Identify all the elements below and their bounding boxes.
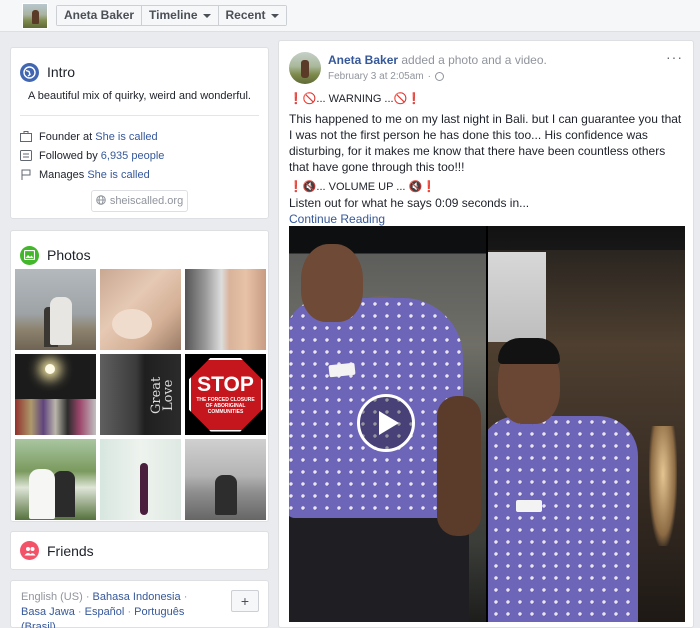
language-list: English (US) · Bahasa Indonesia · Basa J…	[11, 581, 221, 628]
photo-tile[interactable]: Great Love	[100, 354, 181, 435]
friends-header: Friends	[11, 532, 268, 569]
photos-card: Photos Great Love STOP THE FORCED CLOSUR…	[10, 230, 269, 522]
meta-separator: ·	[427, 71, 431, 82]
photos-title: Photos	[47, 247, 91, 263]
flag-icon	[20, 169, 32, 180]
post-header: Aneta Baker added a photo and a video.	[328, 53, 547, 67]
followed-prefix: Followed by	[39, 149, 98, 162]
manages-prefix: Manages	[39, 168, 85, 181]
timeline-label: Timeline	[149, 8, 198, 22]
continue-reading-link[interactable]: Continue Reading	[289, 212, 385, 226]
followers-row: Followed by 6,935 people	[11, 146, 268, 165]
recent-label: Recent	[225, 8, 266, 22]
manages-row: Manages She is called	[11, 165, 268, 184]
stop-sign-title: STOP	[197, 372, 254, 396]
intro-header: Intro	[11, 48, 268, 86]
post-timestamp[interactable]: February 3 at 2:05am	[328, 71, 424, 82]
video-thumbnail[interactable]	[289, 226, 486, 622]
recent-dropdown[interactable]: Recent	[218, 6, 286, 25]
language-option[interactable]: Español	[85, 606, 125, 618]
founder-row: Founder at She is called	[11, 127, 268, 146]
manages-link[interactable]: She is called	[87, 169, 149, 181]
add-language-button[interactable]: +	[231, 590, 259, 612]
language-card: English (US) · Bahasa Indonesia · Basa J…	[10, 580, 269, 628]
warning-line: ❗🚫... WARNING ...🚫❗	[289, 93, 421, 105]
photo-attachment[interactable]	[488, 226, 685, 622]
divider	[20, 115, 259, 116]
photo-tile[interactable]	[185, 439, 266, 520]
language-option[interactable]: Basa Jawa	[21, 606, 75, 618]
globe-icon	[96, 194, 106, 208]
photo-tile[interactable]	[100, 269, 181, 350]
poster-text: Great Love	[149, 376, 176, 414]
photo-tile[interactable]	[185, 269, 266, 350]
photos-header: Photos	[11, 231, 268, 269]
breadcrumb: Aneta Baker Timeline Recent	[56, 5, 287, 26]
friends-icon	[20, 541, 39, 560]
profile-name-label: Aneta Baker	[64, 8, 135, 22]
breadcrumb-profile-name[interactable]: Aneta Baker	[57, 6, 143, 25]
stop-sign-caption: THE FORCED CLOSURE OF ABORIGINAL COMMUNI…	[196, 396, 255, 415]
post-body: ❗🚫... WARNING ...🚫❗ This happened to me …	[289, 91, 687, 227]
chevron-down-icon	[270, 13, 279, 18]
photo-tile[interactable]	[15, 269, 96, 350]
intro-card: Intro A beautiful mix of quirky, weird a…	[10, 47, 269, 219]
website-button[interactable]: sheiscalled.org	[91, 190, 188, 212]
chevron-down-icon	[202, 13, 211, 18]
top-bar: Aneta Baker Timeline Recent	[0, 0, 700, 32]
current-language: English (US)	[21, 591, 83, 603]
public-globe-icon[interactable]	[434, 72, 444, 81]
photo-tile[interactable]	[15, 354, 96, 435]
post-text: This happened to me on my last night in …	[289, 112, 682, 174]
author-name-link[interactable]: Aneta Baker	[328, 53, 398, 67]
briefcase-icon	[20, 131, 32, 142]
profile-thumbnail[interactable]	[22, 3, 48, 29]
founder-link[interactable]: She is called	[95, 131, 157, 143]
followers-icon	[20, 150, 32, 161]
more-options-button[interactable]: ···	[666, 49, 683, 65]
post-media	[289, 226, 685, 622]
globe-icon	[20, 62, 39, 82]
friends-card: Friends	[10, 531, 269, 570]
post-card: Aneta Baker added a photo and a video. F…	[278, 40, 694, 628]
founder-prefix: Founder at	[39, 130, 93, 143]
intro-description: A beautiful mix of quirky, weird and won…	[28, 90, 251, 102]
friends-title: Friends	[47, 542, 94, 559]
language-option[interactable]: Bahasa Indonesia	[93, 591, 181, 603]
photo-tile[interactable]	[100, 439, 181, 520]
photo-tile[interactable]	[15, 439, 96, 520]
post-meta: February 3 at 2:05am ·	[328, 71, 444, 82]
timeline-dropdown[interactable]: Timeline	[142, 6, 219, 25]
volume-line: ❗🔇... VOLUME UP ... 🔇❗	[289, 181, 436, 193]
listen-line: Listen out for what he says 0:09 seconds…	[289, 196, 530, 210]
photo-tile[interactable]: STOP THE FORCED CLOSURE OF ABORIGINAL CO…	[185, 354, 266, 435]
intro-title: Intro	[47, 64, 76, 80]
author-avatar[interactable]	[289, 52, 321, 84]
website-label: sheiscalled.org	[109, 195, 184, 207]
play-icon[interactable]	[357, 394, 415, 452]
photo-icon	[20, 245, 39, 265]
stop-sign: STOP THE FORCED CLOSURE OF ABORIGINAL CO…	[188, 357, 263, 432]
photos-grid: Great Love STOP THE FORCED CLOSURE OF AB…	[15, 269, 266, 520]
followers-link[interactable]: 6,935 people	[101, 150, 165, 162]
post-action-text: added a photo and a video.	[401, 53, 547, 67]
